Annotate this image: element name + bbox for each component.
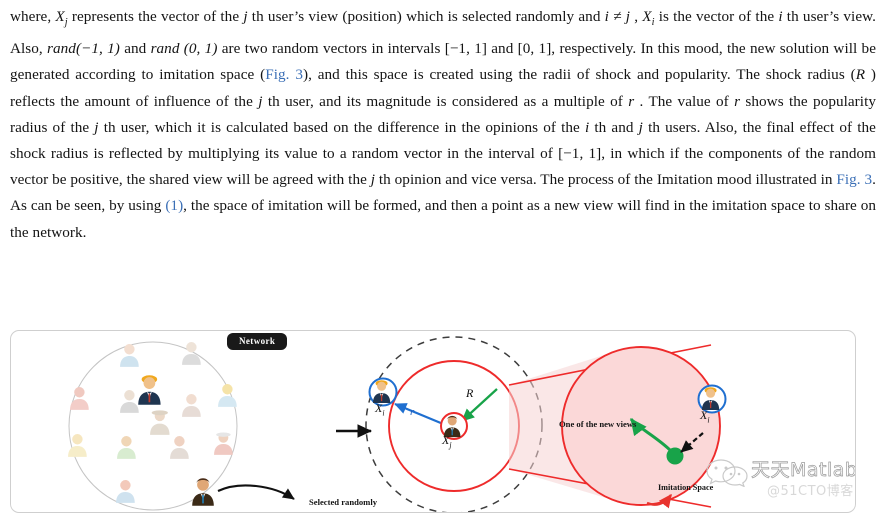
text-run: where, [10, 8, 56, 25]
label-xj: Xj [442, 433, 452, 449]
text-run: th user, and its magnitude is considered… [262, 92, 629, 110]
math-variable: rand(−1, 1) [47, 40, 120, 58]
label-xj-sub: j [449, 440, 452, 450]
page-root: where, Xj represents the vector of the j… [0, 0, 882, 514]
text-run: . The value of [634, 92, 735, 110]
math-variable: i ≠ j [604, 8, 630, 25]
body-text: where, Xj represents the vector of the j… [10, 4, 876, 246]
label-xi-left: Xi [375, 401, 385, 417]
cross-reference-link[interactable]: Fig. 3 [265, 66, 303, 83]
paragraph: where, Xj represents the vector of the j… [10, 4, 876, 246]
radius-r-arrow [394, 402, 449, 428]
label-radius-r: r [410, 406, 415, 418]
math-variable: rand (0, 1) [150, 40, 218, 58]
figure-panel: Network Selected randomly One of the new… [10, 330, 856, 513]
text-run: th opinion and vice versa. The process o… [375, 171, 837, 189]
selected-randomly-label: Selected randomly [309, 497, 378, 507]
network-chip-label: Network [227, 333, 288, 350]
math-variable: Xj [55, 8, 68, 29]
text-run: ), and this space is created using the r… [302, 66, 856, 84]
text-run: and [119, 40, 151, 58]
text-run: represents the vector of the [67, 8, 244, 25]
network-circle-group [68, 341, 238, 511]
text-run: th and [589, 118, 639, 136]
imitation-space-label: Imitation Space [658, 483, 714, 492]
cross-reference-link[interactable]: Fig. 3 [836, 171, 872, 188]
label-radius-R: R [466, 386, 474, 400]
figure-graphic [68, 336, 727, 512]
label-xi-left-sub: i [382, 408, 385, 418]
network-boundary-circle [68, 341, 238, 511]
math-variable: Xi [642, 8, 655, 29]
text-run: th user, which it is calculated based on… [98, 118, 585, 136]
text-run: , [630, 8, 643, 25]
math-variable: R [855, 66, 866, 84]
text-run: is the vector of the [654, 8, 779, 25]
label-xi-right-sub: i [707, 415, 710, 425]
label-xi-right: Xi [700, 408, 710, 424]
cross-reference-link[interactable]: (1) [165, 197, 183, 214]
selected-randomly-arrow [217, 484, 295, 500]
new-views-label: One of the new views [559, 419, 637, 429]
text-run: th user’s view (position) which is selec… [247, 8, 605, 25]
